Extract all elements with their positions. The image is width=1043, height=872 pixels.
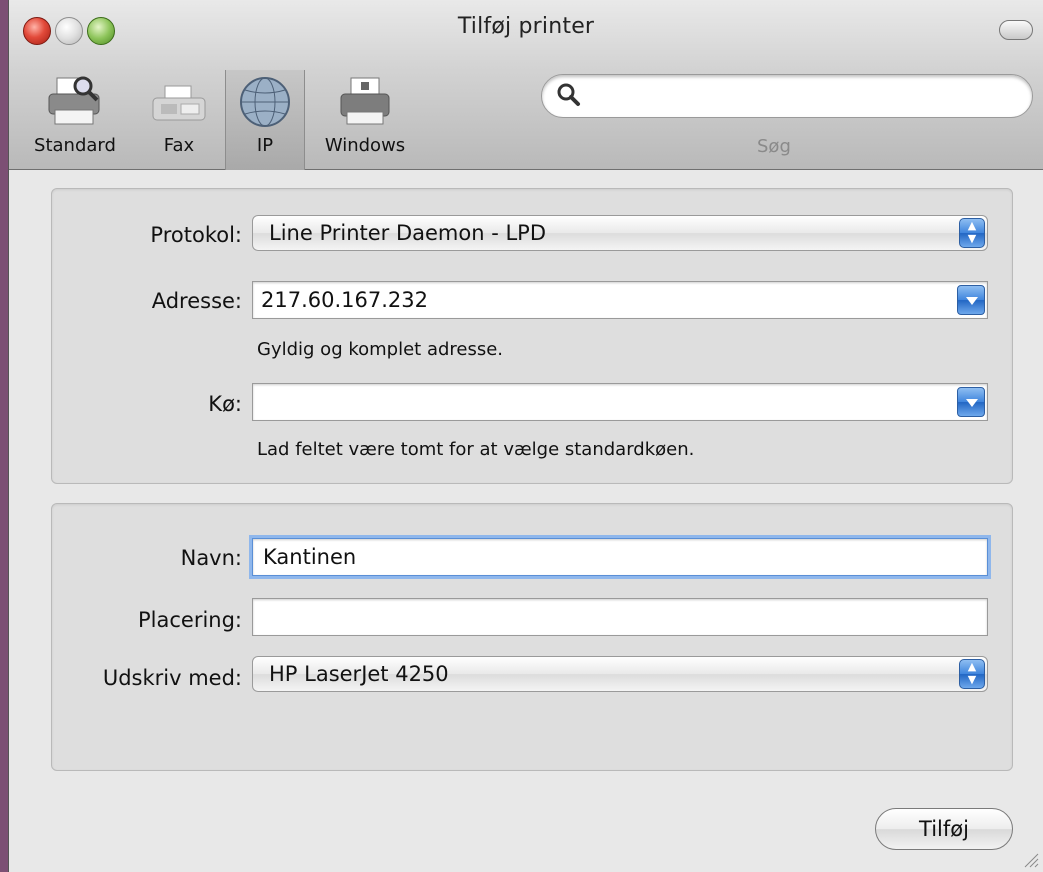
fax-icon: [152, 85, 206, 121]
search-field[interactable]: [541, 74, 1033, 118]
protocol-label: Protokol:: [150, 223, 242, 247]
address-input[interactable]: [259, 286, 949, 314]
address-label: Adresse:: [151, 289, 242, 313]
protocol-popup[interactable]: Line Printer Daemon - LPD ▲ ▼: [252, 215, 988, 251]
windows-printer-icon: [340, 77, 390, 125]
address-hint: Gyldig og komplet adresse.: [257, 339, 504, 360]
queue-hint: Lad feltet være tomt for at vælge standa…: [257, 439, 695, 460]
name-input[interactable]: [261, 543, 961, 571]
popup-stepper-icon: ▲ ▼: [959, 218, 985, 248]
window-title: Tilføj printer: [457, 14, 595, 39]
search-input[interactable]: [586, 81, 1016, 111]
tab-fax[interactable]: Fax: [139, 70, 219, 170]
location-field[interactable]: [252, 598, 988, 636]
globe-icon: [240, 77, 290, 127]
print-using-label: Udskriv med:: [102, 666, 242, 690]
tab-standard[interactable]: Standard: [23, 70, 127, 170]
print-using-popup[interactable]: HP LaserJet 4250 ▲ ▼: [252, 656, 988, 692]
location-input[interactable]: [261, 603, 961, 631]
address-dropdown-icon[interactable]: [957, 285, 985, 315]
queue-dropdown-icon[interactable]: [957, 387, 985, 417]
add-button[interactable]: Tilføj: [875, 808, 1013, 850]
queue-label: Kø:: [208, 392, 242, 416]
popup-stepper-icon: ▲ ▼: [959, 659, 985, 689]
printer-magnifier-icon: [48, 76, 100, 125]
tab-ip-label: IP: [256, 135, 274, 156]
tab-fax-label: Fax: [163, 135, 195, 156]
search-label: Søg: [757, 136, 791, 157]
tab-windows[interactable]: Windows: [311, 70, 419, 170]
search-icon: [557, 83, 580, 106]
protocol-value: Line Printer Daemon - LPD: [269, 221, 547, 245]
toolbar: Tilføj printer Standard Fax IP Windows S…: [9, 0, 1043, 170]
toolbar-toggle-button[interactable]: [999, 20, 1033, 40]
tab-ip[interactable]: IP: [225, 70, 305, 170]
name-field[interactable]: [252, 538, 988, 576]
tab-standard-label: Standard: [34, 135, 116, 156]
queue-combo[interactable]: [252, 383, 988, 421]
printer-details-group: Navn: Placering: Udskriv med: HP LaserJe…: [51, 503, 1013, 771]
address-combo[interactable]: [252, 281, 988, 319]
name-label: Navn:: [180, 546, 242, 570]
location-label: Placering:: [137, 608, 242, 632]
add-printer-window: Tilføj printer Standard Fax IP Windows S…: [8, 0, 1043, 872]
resize-grip-icon[interactable]: [1023, 852, 1039, 868]
print-using-value: HP LaserJet 4250: [269, 662, 449, 686]
queue-input[interactable]: [259, 388, 949, 416]
connection-group: Protokol: Line Printer Daemon - LPD ▲ ▼ A…: [51, 188, 1013, 484]
tab-windows-label: Windows: [324, 135, 406, 156]
